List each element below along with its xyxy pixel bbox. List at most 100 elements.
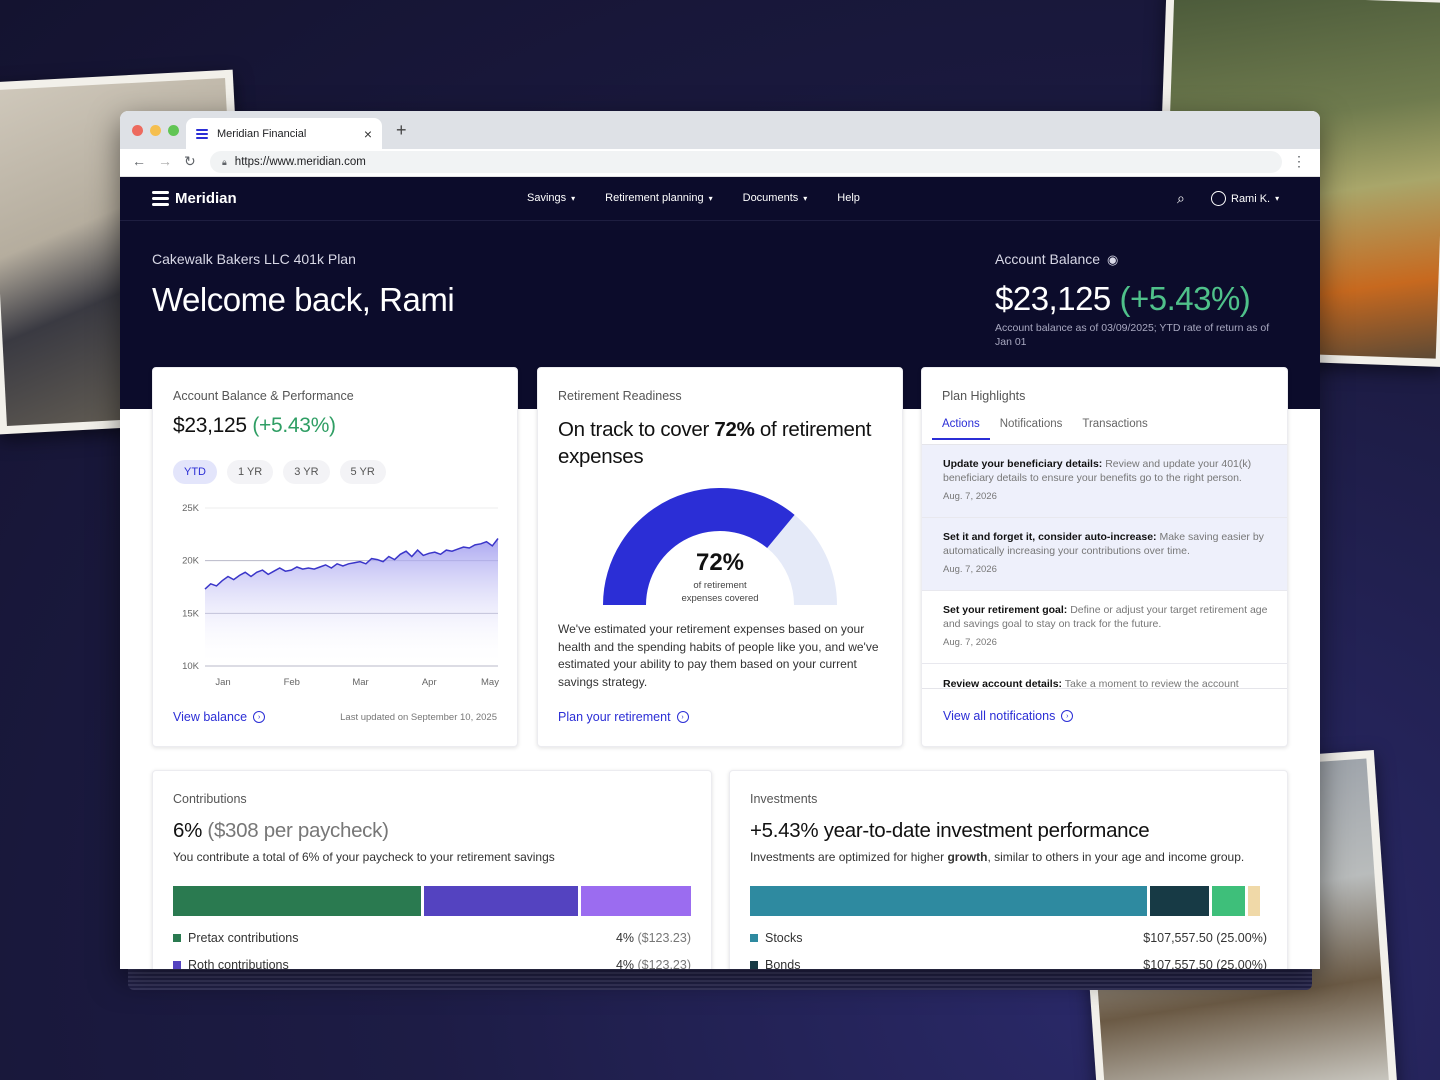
highlights-tabs: Actions Notifications Transactions — [932, 418, 1148, 440]
brand-logo[interactable]: Meridian — [152, 190, 237, 207]
list-item[interactable]: Set it and forget it, consider auto-incr… — [922, 518, 1287, 591]
investments-sub: Investments are optimized for higher gro… — [750, 850, 1245, 864]
nav-item-retirement-planning[interactable]: Retirement planning ▾ — [605, 192, 712, 204]
x-tick-label: Feb — [284, 677, 300, 688]
contributions-card: Contributions 6% ($308 per paycheck) You… — [152, 770, 712, 969]
range-pill-5yr[interactable]: 5 YR — [339, 460, 386, 484]
close-window-dot[interactable] — [132, 125, 143, 136]
range-selector: YTD 1 YR 3 YR 5 YR — [173, 460, 386, 484]
arrow-circle-icon: › — [1061, 710, 1074, 722]
chart-area — [205, 538, 498, 666]
last-updated: Last updated on September 10, 2025 — [340, 712, 497, 723]
bar-segment — [173, 886, 422, 916]
bar-segment — [1247, 886, 1261, 916]
arrow-circle-icon: › — [676, 711, 689, 723]
user-name: Rami K. — [1231, 192, 1271, 205]
window-stack-shadow — [128, 968, 1312, 990]
bar-segment — [750, 886, 1148, 916]
user-avatar-icon — [1211, 191, 1226, 206]
y-tick-label: 25K — [182, 503, 200, 514]
performance-value: $23,125 (+5.43%) — [173, 414, 336, 437]
brand-name: Meridian — [175, 190, 237, 207]
balance-chart: 25K 20K 15K 10K Jan Feb Mar Apr May — [182, 503, 499, 688]
legend-stocks: Stocks — [750, 931, 803, 945]
tab-notifications[interactable]: Notifications — [1000, 418, 1063, 440]
range-pill-3yr[interactable]: 3 YR — [283, 460, 330, 484]
account-balance-value: $23,125 (+5.43%) — [995, 280, 1251, 318]
browser-window: Meridian Financial × + ← → ↻ 🔒︎ https://… — [120, 111, 1320, 969]
url-text: https://www.meridian.com — [234, 156, 366, 168]
page-title: Welcome back, Rami — [152, 281, 455, 318]
readiness-headline: On track to cover 72% of retirement expe… — [558, 418, 872, 468]
legend-pretax: Pretax contributions — [173, 931, 298, 945]
card-title: Plan Highlights — [942, 389, 1026, 403]
y-tick-label: 15K — [182, 608, 200, 619]
window-controls — [132, 125, 179, 136]
gauge-value: 72% — [696, 549, 744, 576]
range-pill-1yr[interactable]: 1 YR — [227, 460, 274, 484]
user-menu[interactable]: Rami K. ▾ — [1211, 191, 1279, 206]
contributions-sub: You contribute a total of 6% of your pay… — [173, 850, 555, 864]
reload-icon[interactable]: ↻ — [184, 153, 196, 170]
card-title: Retirement Readiness — [558, 389, 682, 403]
gauge-caption-2: expenses covered — [681, 593, 758, 604]
legend-roth: Roth contributions — [173, 958, 289, 969]
top-navigation: Meridian Savings ▾ Retirement planning ▾ D… — [120, 177, 1320, 221]
balance-change: (+5.43%) — [1119, 280, 1251, 317]
legend-roth-value: 4% ($123.23) — [615, 958, 691, 969]
meridian-favicon-icon — [196, 128, 208, 140]
tab-transactions[interactable]: Transactions — [1082, 418, 1147, 440]
list-item[interactable]: Set your retirement goal: Define or adju… — [922, 591, 1287, 664]
investments-headline: +5.43% year-to-date investment performan… — [750, 819, 1150, 842]
bar-segment — [424, 886, 578, 916]
tab-title: Meridian Financial — [217, 127, 307, 140]
nav-item-savings[interactable]: Savings ▾ — [527, 192, 575, 204]
eye-icon[interactable]: ◉ — [1107, 252, 1118, 267]
card-title: Investments — [750, 792, 818, 806]
bar-segment — [1211, 886, 1245, 916]
meridian-logo-icon — [152, 191, 169, 206]
chevron-down-icon: ▾ — [1275, 194, 1280, 203]
y-tick-label: 10K — [182, 661, 200, 672]
legend-stocks-value: $107,557.50 (25.00%) — [1143, 931, 1267, 945]
nav-item-documents[interactable]: Documents ▾ — [743, 192, 808, 204]
list-item[interactable]: Update your beneficiary details: Review … — [922, 445, 1287, 518]
chevron-down-icon: ▾ — [571, 194, 576, 203]
url-field[interactable]: 🔒︎ https://www.meridian.com — [210, 151, 1282, 173]
x-tick-label: May — [481, 677, 499, 688]
bar-segment — [580, 886, 691, 916]
back-arrow-icon[interactable]: ← — [132, 153, 146, 169]
search-icon[interactable]: ⌕ — [1177, 190, 1185, 207]
main-menu: Savings ▾ Retirement planning ▾ Documents ▾… — [527, 192, 860, 204]
range-pill-ytd[interactable]: YTD — [173, 460, 217, 484]
new-tab-icon[interactable]: + — [396, 120, 407, 141]
x-tick-label: Apr — [422, 677, 437, 688]
plan-retirement-link[interactable]: Plan your retirement › — [558, 710, 689, 724]
readiness-body: We've estimated your retirement expenses… — [558, 622, 879, 689]
legend-bonds: Bonds — [750, 958, 800, 969]
tab-actions[interactable]: Actions — [932, 418, 990, 440]
legend-bonds-value: $107,557.50 (25.00%) — [1143, 958, 1267, 969]
investments-card: Investments +5.43% year-to-date investme… — [729, 770, 1288, 969]
list-item[interactable]: Review account details: Take a moment to… — [922, 664, 1287, 688]
maximize-window-dot[interactable] — [168, 125, 179, 136]
investments-bar — [750, 886, 1268, 916]
view-all-notifications-link[interactable]: View all notifications › — [943, 709, 1074, 723]
tab-close-icon[interactable]: × — [364, 126, 372, 142]
plan-name: Cakewalk Bakers LLC 401k Plan — [152, 251, 356, 267]
browser-menu-icon[interactable]: ⋮ — [1292, 153, 1306, 170]
contributions-headline: 6% ($308 per paycheck) — [173, 819, 389, 842]
balance-note: Account balance as of 03/09/2025; YTD ra… — [995, 322, 1270, 348]
browser-tab-bar: Meridian Financial × + — [120, 111, 1320, 149]
forward-arrow-icon[interactable]: → — [158, 153, 172, 169]
browser-tab[interactable]: Meridian Financial × — [186, 118, 382, 149]
gauge-caption-1: of retirement — [693, 580, 747, 591]
view-balance-link[interactable]: View balance › — [173, 710, 266, 724]
highlights-card: Plan Highlights Actions Notifications Tr… — [921, 367, 1288, 747]
bar-segment — [1150, 886, 1209, 916]
minimize-window-dot[interactable] — [150, 125, 161, 136]
balance-amount: $23,125 — [995, 280, 1111, 317]
card-title: Account Balance & Performance — [173, 389, 354, 403]
x-tick-label: Mar — [352, 677, 368, 688]
nav-item-help[interactable]: Help — [837, 192, 860, 204]
